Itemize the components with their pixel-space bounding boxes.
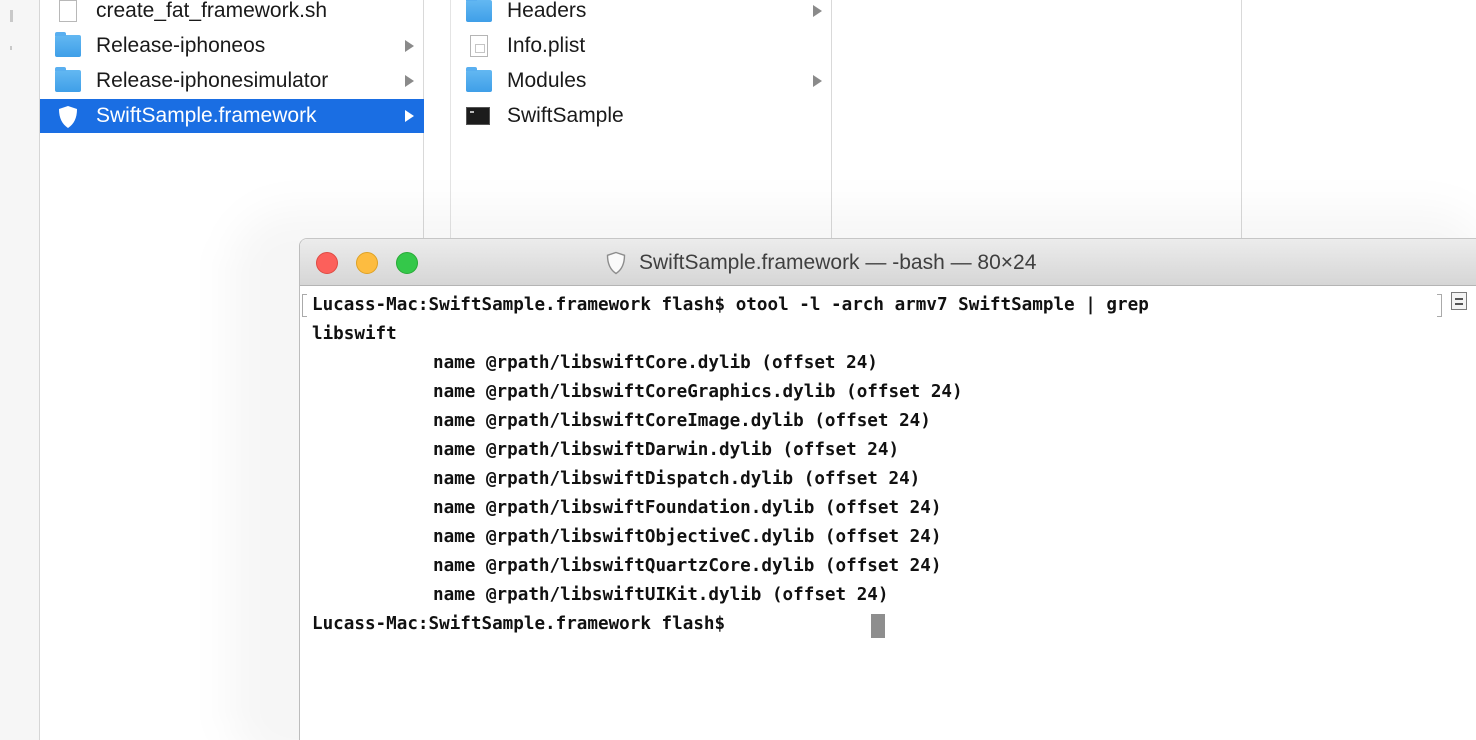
terminal-output-line: name @rpath/libswiftCoreImage.dylib (off…: [433, 411, 931, 431]
terminal-prompt: Lucass-Mac:SwiftSample.framework flash$: [312, 614, 726, 634]
terminal-content[interactable]: Lucass-Mac:SwiftSample.framework flash$ …: [300, 287, 1476, 740]
folder-icon: [466, 67, 492, 92]
list-item-label: Release-iphoneos: [96, 34, 266, 57]
list-item-label: Headers: [507, 0, 587, 22]
list-item-release-iphoneos[interactable]: Release-iphoneos: [40, 29, 424, 63]
list-item-headers[interactable]: Headers: [424, 0, 832, 28]
terminal-command-line: libswift: [312, 324, 397, 344]
disclosure-arrow-icon: [405, 75, 414, 87]
folder-icon: [55, 32, 81, 57]
framework-shield-icon: [57, 105, 79, 128]
list-item-swiftsample-binary[interactable]: SwiftSample: [424, 99, 832, 133]
scrollback-marks-button[interactable]: [1451, 292, 1467, 310]
list-item-swiftsample-framework[interactable]: SwiftSample.framework: [40, 99, 424, 133]
disclosure-arrow-icon: [405, 110, 414, 122]
list-item-label: SwiftSample.framework: [96, 104, 317, 127]
folder-icon: [55, 67, 81, 92]
list-item-info-plist[interactable]: Info.plist: [424, 29, 832, 63]
edge-mark: [10, 46, 12, 50]
window-title: SwiftSample.framework — -bash — 80×24: [605, 239, 1036, 286]
selection-bracket-right: [1437, 294, 1442, 317]
list-item-modules[interactable]: Modules: [424, 64, 832, 98]
folder-icon: [466, 0, 492, 22]
terminal-output-line: name @rpath/libswiftFoundation.dylib (of…: [433, 498, 942, 518]
list-item-create-fat-framework[interactable]: create_fat_framework.sh: [40, 0, 424, 28]
list-item-label: Release-iphonesimulator: [96, 69, 329, 92]
terminal-command-line: Lucass-Mac:SwiftSample.framework flash$ …: [312, 295, 1149, 315]
terminal-output-line: name @rpath/libswiftUIKit.dylib (offset …: [433, 585, 889, 605]
terminal-titlebar[interactable]: SwiftSample.framework — -bash — 80×24: [300, 239, 1476, 286]
framework-shield-icon: [605, 251, 627, 275]
terminal-output-line: name @rpath/libswiftDispatch.dylib (offs…: [433, 469, 921, 489]
minimize-button[interactable]: [356, 252, 378, 274]
terminal-window[interactable]: SwiftSample.framework — -bash — 80×24 Lu…: [299, 238, 1476, 740]
disclosure-arrow-icon: [405, 40, 414, 52]
terminal-output-line: name @rpath/libswiftObjectiveC.dylib (of…: [433, 527, 942, 547]
selection-bracket-left: [302, 294, 307, 317]
plist-file-icon: [470, 35, 488, 57]
zoom-button[interactable]: [396, 252, 418, 274]
terminal-output-line: name @rpath/libswiftCore.dylib (offset 2…: [433, 353, 878, 373]
unix-executable-icon: [466, 107, 490, 125]
list-item-label: SwiftSample: [507, 104, 624, 127]
close-button[interactable]: [316, 252, 338, 274]
terminal-output-line: name @rpath/libswiftQuartzCore.dylib (of…: [433, 556, 942, 576]
shell-script-file-icon: [59, 0, 77, 22]
list-item-label: create_fat_framework.sh: [96, 0, 328, 22]
list-item-label: Modules: [507, 69, 587, 92]
terminal-output-line: name @rpath/libswiftDarwin.dylib (offset…: [433, 440, 900, 460]
disclosure-arrow-icon: [813, 75, 822, 87]
list-item-release-iphonesimulator[interactable]: Release-iphonesimulator: [40, 64, 424, 98]
list-item-label: Info.plist: [507, 34, 586, 57]
terminal-output-line: name @rpath/libswiftCoreGraphics.dylib (…: [433, 382, 963, 402]
disclosure-arrow-icon: [813, 5, 822, 17]
edge-mark: [10, 10, 13, 22]
finder-sidebar-edge: [0, 0, 40, 740]
terminal-cursor: [871, 614, 885, 638]
window-title-text: SwiftSample.framework — -bash — 80×24: [639, 250, 1037, 274]
